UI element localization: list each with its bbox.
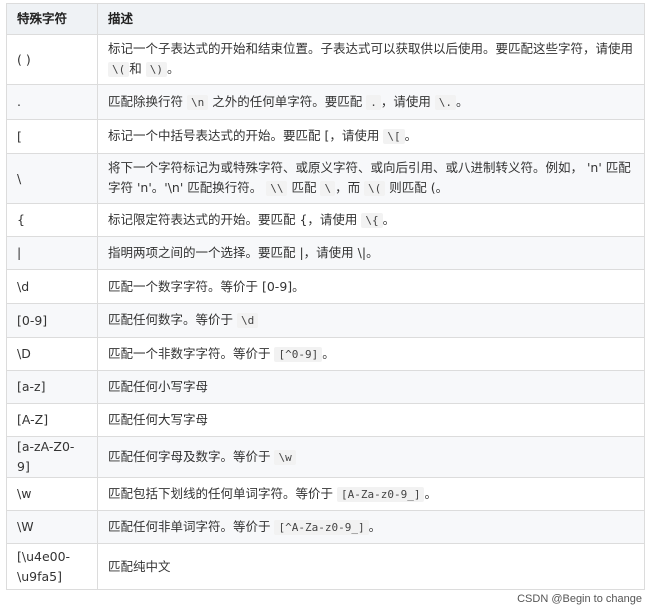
regex-special-chars-table-wrapper: 特殊字符 描述 ( ) 标记一个子表达式的开始和结束位置。子表达式可以获取供以后使… — [6, 3, 645, 590]
description-cell: 匹配任何非单词字符。等价于 [^A-Za-z0-9_]。 — [97, 510, 645, 544]
description-cell: 匹配除换行符 \n 之外的任何单字符。要匹配 . ，请使用 \.。 — [97, 84, 645, 120]
table-row: ( ) 标记一个子表达式的开始和结束位置。子表达式可以获取供以后使用。要匹配这些字… — [6, 34, 645, 85]
special-char-cell: . — [6, 84, 98, 120]
table-row: \D 匹配一个非数字字符。等价于 [^0-9]。 — [6, 337, 645, 371]
regex-special-chars-table: 特殊字符 描述 ( ) 标记一个子表达式的开始和结束位置。子表达式可以获取供以后使… — [6, 3, 645, 590]
table-row: \w 匹配包括下划线的任何单词字符。等价于 [A-Za-z0-9_]。 — [6, 477, 645, 511]
table-row: \ 将下一个字符标记为或特殊字符、或原义字符、或向后引用、或八进制转义符。例如， … — [6, 153, 645, 204]
description-cell: 匹配任何大写字母 — [97, 403, 645, 437]
header-description: 描述 — [97, 3, 645, 35]
special-char-cell: \W — [6, 510, 98, 544]
description-cell: 匹配纯中文 — [97, 543, 645, 590]
header-special-char: 特殊字符 — [6, 3, 98, 35]
table-row: [a-zA-Z0-9] 匹配任何字母及数字。等价于 \w — [6, 436, 645, 478]
table-row: [a-z] 匹配任何小写字母 — [6, 370, 645, 404]
description-cell: 指明两项之间的一个选择。要匹配 |，请使用 \|。 — [97, 236, 645, 270]
table-header-row: 特殊字符 描述 — [6, 3, 645, 35]
csdn-watermark: CSDN @Begin to change — [517, 593, 642, 605]
table-row: \d 匹配一个数字字符。等价于 [0-9]。 — [6, 269, 645, 304]
special-char-cell: | — [6, 236, 98, 270]
special-char-cell: [0-9] — [6, 303, 98, 338]
table-row: \W 匹配任何非单词字符。等价于 [^A-Za-z0-9_]。 — [6, 510, 645, 544]
special-char-cell: { — [6, 203, 98, 237]
description-cell: 匹配包括下划线的任何单词字符。等价于 [A-Za-z0-9_]。 — [97, 477, 645, 511]
description-cell: 匹配任何小写字母 — [97, 370, 645, 404]
table-row: [0-9] 匹配任何数字。等价于 \d — [6, 303, 645, 338]
special-char-cell: [a-z] — [6, 370, 98, 404]
description-cell: 标记限定符表达式的开始。要匹配 {，请使用 \{。 — [97, 203, 645, 237]
description-cell: 匹配任何字母及数字。等价于 \w — [97, 436, 645, 478]
description-cell: 匹配一个非数字字符。等价于 [^0-9]。 — [97, 337, 645, 371]
table-row: [\u4e00-\u9fa5] 匹配纯中文 — [6, 543, 645, 590]
special-char-cell: [\u4e00-\u9fa5] — [6, 543, 98, 590]
special-char-cell: \ — [6, 153, 98, 204]
table-row: | 指明两项之间的一个选择。要匹配 |，请使用 \|。 — [6, 236, 645, 270]
description-cell: 匹配一个数字字符。等价于 [0-9]。 — [97, 269, 645, 304]
special-char-cell: [a-zA-Z0-9] — [6, 436, 98, 478]
special-char-cell: [A-Z] — [6, 403, 98, 437]
description-cell: 标记一个子表达式的开始和结束位置。子表达式可以获取供以后使用。要匹配这些字符，请… — [97, 34, 645, 85]
description-cell: 标记一个中括号表达式的开始。要匹配 [，请使用 \[。 — [97, 119, 645, 154]
special-char-cell: \w — [6, 477, 98, 511]
description-cell: 将下一个字符标记为或特殊字符、或原义字符、或向后引用、或八进制转义符。例如， '… — [97, 153, 645, 204]
table-row: . 匹配除换行符 \n 之外的任何单字符。要匹配 . ，请使用 \.。 — [6, 84, 645, 120]
table-row: [A-Z] 匹配任何大写字母 — [6, 403, 645, 437]
special-char-cell: [ — [6, 119, 98, 154]
special-char-cell: \D — [6, 337, 98, 371]
table-row: {标记限定符表达式的开始。要匹配 {，请使用 \{。 — [6, 203, 645, 237]
special-char-cell: \d — [6, 269, 98, 304]
description-cell: 匹配任何数字。等价于 \d — [97, 303, 645, 338]
special-char-cell: ( ) — [6, 34, 98, 85]
table-row: [标记一个中括号表达式的开始。要匹配 [，请使用 \[。 — [6, 119, 645, 154]
